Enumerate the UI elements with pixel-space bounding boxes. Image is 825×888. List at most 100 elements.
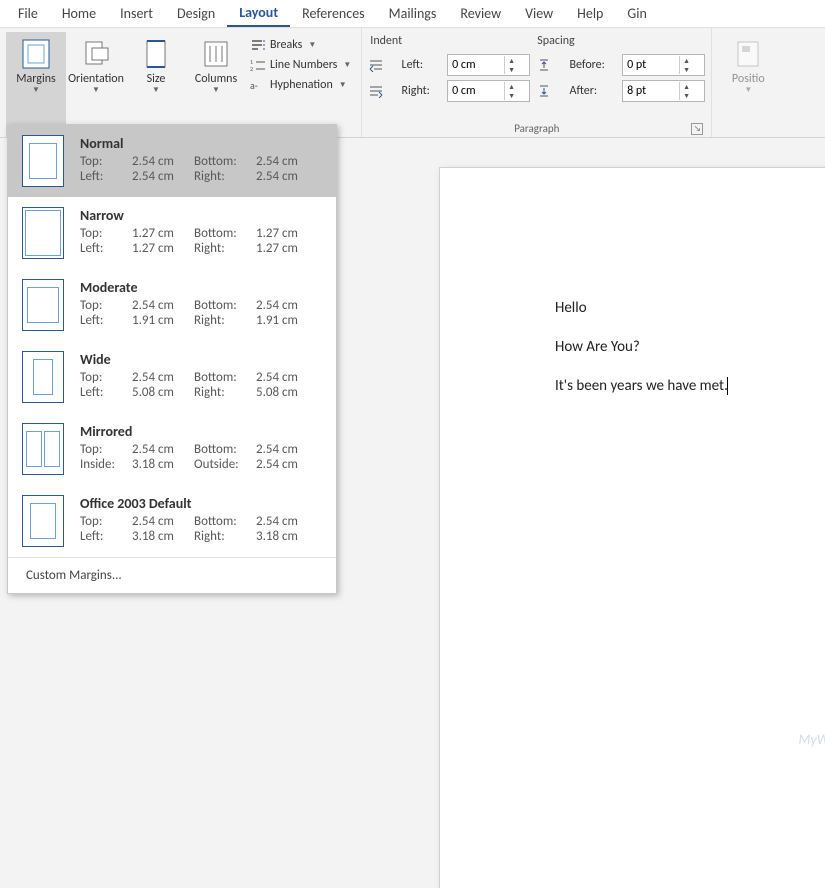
spinner-up-icon[interactable]: ▲ — [680, 82, 693, 91]
spacing-before-icon — [536, 58, 552, 72]
paragraph-group-title: Paragraph — [514, 119, 559, 137]
margins-label: Margins — [16, 72, 55, 86]
size-button[interactable]: Size ▼ — [126, 32, 186, 137]
document-page[interactable]: Hello How Are You? It's been years we ha… — [440, 168, 825, 888]
chevron-down-icon: ▼ — [92, 85, 100, 95]
spinner-down-icon[interactable]: ▼ — [680, 65, 693, 74]
margin-preset-moderate[interactable]: ModerateTop:2.54 cmBottom:2.54 cmLeft:1.… — [8, 269, 336, 341]
doc-line: It's been years we have met. — [555, 376, 825, 397]
margin-preset-normal[interactable]: NormalTop:2.54 cmBottom:2.54 cmLeft:2.54… — [8, 125, 336, 197]
margin-preset-name: Moderate — [80, 279, 324, 296]
tab-mailings[interactable]: Mailings — [377, 1, 449, 26]
hyphenation-label: Hyphenation — [270, 78, 333, 92]
tab-references[interactable]: References — [290, 1, 376, 26]
position-label: Positio — [732, 72, 765, 86]
tab-design[interactable]: Design — [165, 1, 227, 26]
columns-button[interactable]: Columns ▼ — [186, 32, 246, 137]
document-area: Hello How Are You? It's been years we ha… — [420, 138, 825, 782]
margin-preset-thumb-icon — [22, 495, 64, 547]
chevron-down-icon: ▼ — [308, 40, 316, 50]
margin-preset-name: Wide — [80, 351, 324, 368]
margin-preset-thumb-icon — [22, 135, 64, 187]
spinner-up-icon[interactable]: ▲ — [680, 56, 693, 65]
margin-preset-info: Office 2003 DefaultTop:2.54 cmBottom:2.5… — [80, 495, 324, 547]
spinner-down-icon[interactable]: ▼ — [505, 65, 518, 74]
group-paragraph: Indent Spacing Left: ▲▼ Before: ▲▼ Right… — [362, 28, 712, 137]
indent-right-spinner[interactable]: ▲▼ — [447, 80, 530, 102]
orientation-button[interactable]: Orientation ▼ — [66, 32, 126, 137]
spacing-before-label: Before: — [570, 58, 617, 72]
breaks-icon — [250, 38, 266, 52]
margins-button[interactable]: Margins ▼ — [6, 32, 66, 137]
margin-preset-thumb-icon — [22, 279, 64, 331]
watermark-text: MyWindowsHub.com — [799, 731, 825, 748]
spacing-before-input[interactable] — [623, 58, 679, 72]
spinner-up-icon[interactable]: ▲ — [505, 56, 518, 65]
margin-preset-name: Narrow — [80, 207, 324, 224]
doc-line: Hello — [555, 298, 825, 319]
tab-view[interactable]: View — [513, 1, 565, 26]
indent-right-icon — [368, 84, 384, 98]
indent-left-label: Left: — [402, 58, 442, 72]
indent-left-icon — [368, 58, 384, 72]
spacing-after-icon — [536, 84, 552, 98]
spacing-after-input[interactable] — [623, 84, 679, 98]
tab-layout[interactable]: Layout — [227, 0, 290, 27]
line-numbers-label: Line Numbers — [270, 58, 337, 72]
margin-preset-name: Mirrored — [80, 423, 324, 440]
spacing-before-spinner[interactable]: ▲▼ — [622, 54, 705, 76]
size-icon — [140, 38, 172, 70]
spacing-after-spinner[interactable]: ▲▼ — [622, 80, 705, 102]
breaks-label: Breaks — [270, 38, 302, 52]
position-button[interactable]: Positio ▼ — [718, 32, 778, 95]
position-icon — [732, 38, 764, 70]
spacing-heading: Spacing — [537, 34, 574, 48]
page-content: Hello How Are You? It's been years we ha… — [440, 168, 825, 397]
indent-right-input[interactable] — [448, 84, 504, 98]
tab-insert[interactable]: Insert — [108, 1, 165, 26]
margin-preset-name: Office 2003 Default — [80, 495, 324, 512]
spinner-down-icon[interactable]: ▼ — [505, 91, 518, 100]
margin-preset-office-2003-default[interactable]: Office 2003 DefaultTop:2.54 cmBottom:2.5… — [8, 485, 336, 557]
custom-margins-button[interactable]: Custom Margins... — [8, 557, 336, 593]
group-arrange: Positio ▼ — [712, 28, 784, 137]
paragraph-dialog-launcher[interactable]: ↘ — [691, 123, 703, 135]
margins-dropdown: NormalTop:2.54 cmBottom:2.54 cmLeft:2.54… — [7, 124, 337, 594]
tab-review[interactable]: Review — [448, 1, 513, 26]
spinner-down-icon[interactable]: ▼ — [680, 91, 693, 100]
svg-text:a-: a- — [250, 79, 258, 92]
margin-preset-narrow[interactable]: NarrowTop:1.27 cmBottom:1.27 cmLeft:1.27… — [8, 197, 336, 269]
chevron-down-icon: ▼ — [32, 85, 40, 95]
breaks-button[interactable]: Breaks ▼ — [246, 36, 355, 54]
margin-preset-mirrored[interactable]: MirroredTop:2.54 cmBottom:2.54 cmInside:… — [8, 413, 336, 485]
margin-preset-wide[interactable]: WideTop:2.54 cmBottom:2.54 cmLeft:5.08 c… — [8, 341, 336, 413]
indent-right-label: Right: — [402, 84, 442, 98]
chevron-down-icon: ▼ — [339, 80, 347, 90]
columns-icon — [200, 38, 232, 70]
page-setup-stack: Breaks ▼ 12 Line Numbers ▼ a- Hyphenatio… — [246, 32, 355, 137]
tab-gin[interactable]: Gin — [615, 1, 658, 26]
tab-help[interactable]: Help — [565, 1, 615, 26]
spacing-after-label: After: — [570, 84, 617, 98]
indent-left-input[interactable] — [448, 58, 504, 72]
chevron-down-icon: ▼ — [744, 85, 752, 95]
margin-preset-info: MirroredTop:2.54 cmBottom:2.54 cmInside:… — [80, 423, 324, 475]
hyphenation-icon: a- — [250, 78, 266, 92]
orientation-icon — [80, 38, 112, 70]
ribbon: Margins ▼ Orientation ▼ Size ▼ Columns ▼ — [0, 28, 825, 138]
tab-home[interactable]: Home — [50, 1, 108, 26]
ribbon-tabs: File Home Insert Design Layout Reference… — [0, 0, 825, 28]
columns-label: Columns — [195, 72, 237, 86]
text-cursor — [727, 377, 728, 395]
chevron-down-icon: ▼ — [212, 85, 220, 95]
doc-line: How Are You? — [555, 337, 825, 358]
line-numbers-button[interactable]: 12 Line Numbers ▼ — [246, 56, 355, 74]
hyphenation-button[interactable]: a- Hyphenation ▼ — [246, 76, 355, 94]
svg-text:2: 2 — [250, 65, 253, 72]
tab-file[interactable]: File — [6, 1, 50, 26]
margin-preset-info: NormalTop:2.54 cmBottom:2.54 cmLeft:2.54… — [80, 135, 324, 187]
spinner-up-icon[interactable]: ▲ — [505, 82, 518, 91]
indent-left-spinner[interactable]: ▲▼ — [447, 54, 530, 76]
margin-preset-thumb-icon — [22, 207, 64, 259]
group-page-setup: Margins ▼ Orientation ▼ Size ▼ Columns ▼ — [0, 28, 362, 137]
